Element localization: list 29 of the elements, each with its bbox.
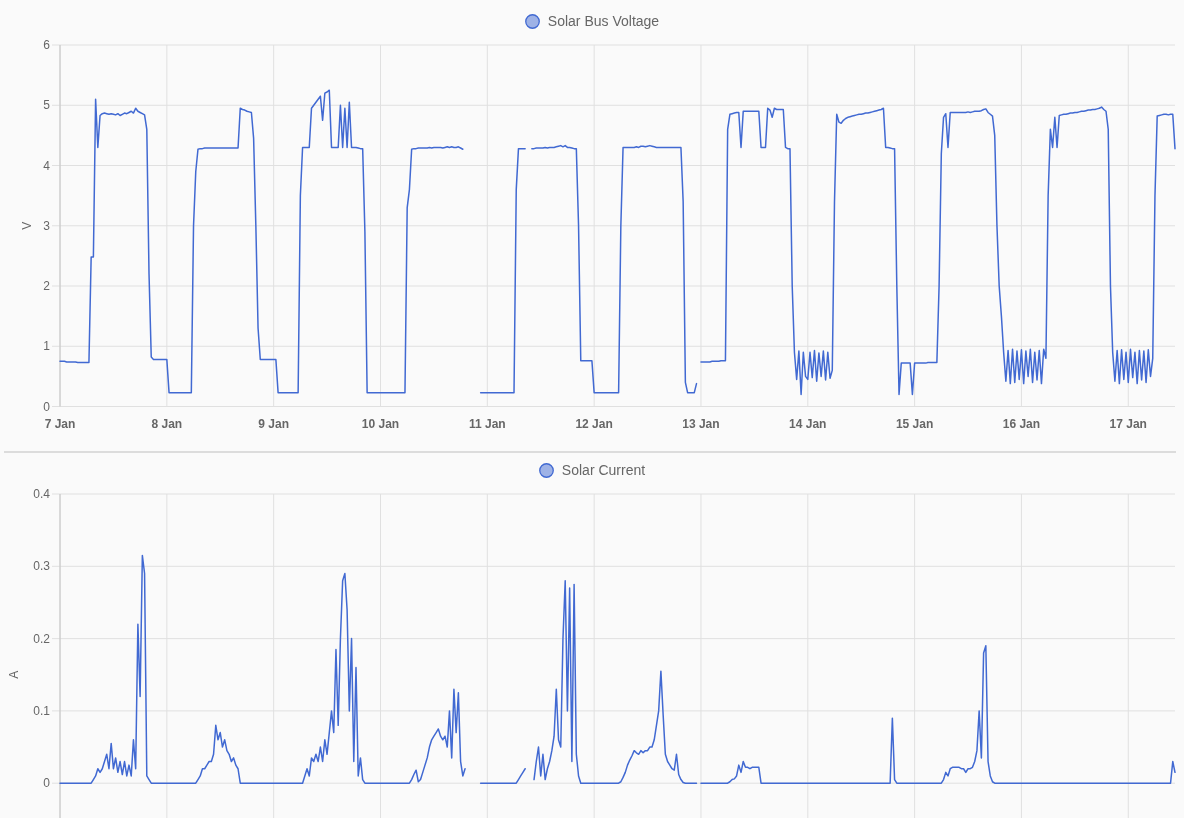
y-tick-label: 0.3 xyxy=(33,559,50,574)
y-tick-label: 1 xyxy=(43,339,50,354)
y-tick-label: 0.1 xyxy=(33,703,50,718)
y-axis-title: A xyxy=(6,670,21,679)
x-tick-label: 16 Jan xyxy=(1002,416,1041,431)
legend-dot-icon xyxy=(538,463,554,478)
y-tick-label: 4 xyxy=(43,158,50,173)
legend-item[interactable]: Solar Bus Voltage xyxy=(524,14,660,29)
x-tick-label: 8 Jan xyxy=(151,416,183,431)
y-tick-label: 0.4 xyxy=(33,487,50,501)
x-tick-label: 10 Jan xyxy=(361,416,400,431)
x-tick-label: 13 Jan xyxy=(682,416,720,431)
x-tick-label: 7 Jan xyxy=(44,416,76,431)
x-tick-label: 11 Jan xyxy=(468,416,506,431)
y-axis-title: V xyxy=(20,221,35,230)
y-tick-label: 6 xyxy=(43,38,50,52)
x-tick-label: 9 Jan xyxy=(258,416,289,431)
x-tick-label: 17 Jan xyxy=(1109,416,1147,431)
x-tick-label: 14 Jan xyxy=(789,416,827,431)
y-tick-label: 0 xyxy=(43,399,50,414)
y-tick-label: 0 xyxy=(43,776,50,791)
y-tick-label: 0.2 xyxy=(33,631,50,646)
y-tick-label: 3 xyxy=(43,218,50,233)
x-tick-label: 15 Jan xyxy=(895,416,934,431)
y-tick-label: 5 xyxy=(43,98,50,113)
legend-dot-icon xyxy=(524,14,540,29)
x-tick-label: 12 Jan xyxy=(575,416,613,431)
y-tick-label: 2 xyxy=(43,279,50,293)
legend-item[interactable]: Solar Current xyxy=(538,463,646,478)
